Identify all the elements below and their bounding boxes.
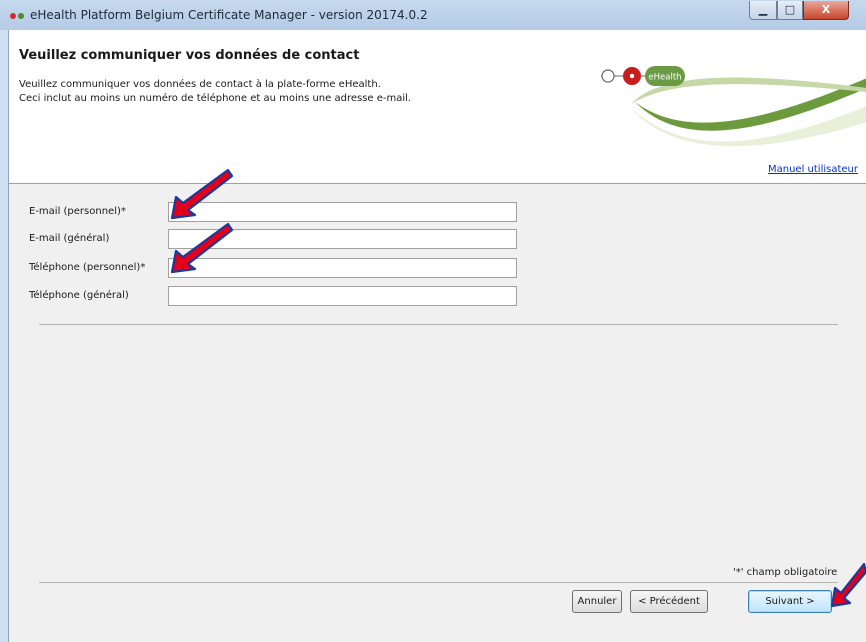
annotation-arrow-next-icon [830,562,866,608]
required-field-note: '*' champ obligatoire [733,567,838,578]
page-description-line2: Ceci inclut au moins un numéro de téléph… [19,93,412,104]
logo-text: eHealth [648,73,681,83]
page-description-line1: Veuillez communiquer vos données de cont… [19,79,381,90]
form-divider [39,324,838,325]
maximize-button[interactable]: □ [777,1,803,20]
phone-personal-label: Téléphone (personnel)* [29,262,146,273]
minimize-icon: ▁ [758,3,768,16]
ehealth-logo: eHealth [601,66,866,147]
window-title: eHealth Platform Belgium Certificate Man… [30,8,428,22]
wizard-header: Veuillez communiquer vos données de cont… [9,30,866,184]
minimize-button[interactable]: ▁ [749,1,777,20]
email-personal-row: E-mail (personnel)* [9,202,866,224]
phone-general-label: Téléphone (général) [29,290,129,301]
title-bar[interactable]: eHealth Platform Belgium Certificate Man… [0,0,866,30]
app-icon [10,12,26,20]
window-frame: eHealth Platform Belgium Certificate Man… [0,0,866,642]
maximize-icon: □ [784,3,796,16]
footer-divider [39,582,838,583]
phone-general-field[interactable] [168,286,517,306]
dialog-client-area: Veuillez communiquer vos données de cont… [8,30,866,642]
annotation-arrow-email-icon [170,168,234,220]
annotation-arrow-phone-icon [170,222,234,274]
user-manual-link[interactable]: Manuel utilisateur [768,164,858,175]
close-button[interactable]: X [803,1,849,20]
page-title: Veuillez communiquer vos données de cont… [19,48,360,63]
cancel-button[interactable]: Annuler [572,590,622,613]
email-personal-label: E-mail (personnel)* [29,206,126,217]
previous-button[interactable]: < Précédent [630,590,708,613]
email-general-label: E-mail (général) [29,233,110,244]
phone-general-row: Téléphone (général) [9,286,866,308]
close-icon: X [821,3,831,16]
email-general-row: E-mail (général) [9,229,866,251]
phone-personal-row: Téléphone (personnel)* [9,258,866,280]
next-button[interactable]: Suivant > [748,590,832,613]
